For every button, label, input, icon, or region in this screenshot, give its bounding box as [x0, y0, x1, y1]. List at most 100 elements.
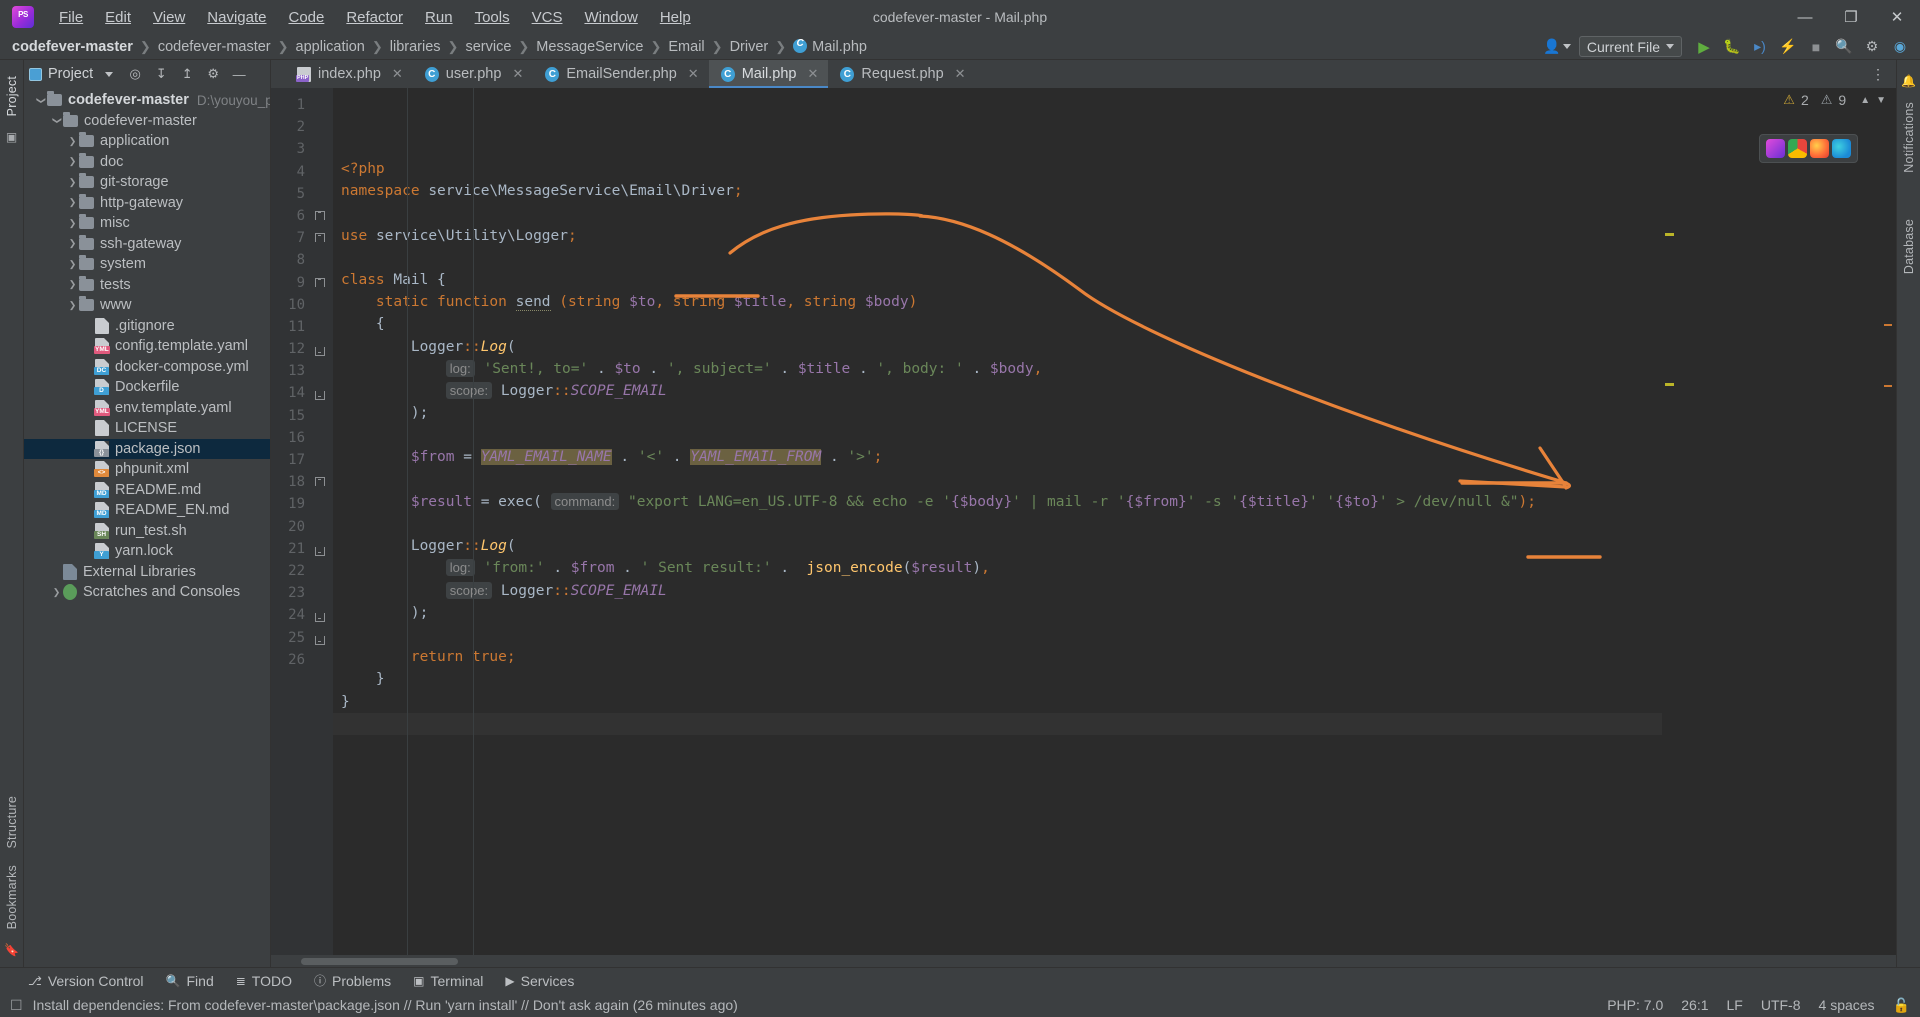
php-version[interactable]: PHP: 7.0 — [1607, 997, 1663, 1013]
debug-icon[interactable]: 🐛 — [1720, 36, 1744, 58]
rail-item-project[interactable]: Project — [5, 68, 19, 124]
tool-window-services[interactable]: ▶ Services — [505, 973, 574, 989]
code-editor[interactable]: 1 2 3 4 5 6 7 8 9 10 11 12 13 14 15 16 17 18 19 20 21 22 23 24 2… — [271, 88, 1896, 955]
menu-window[interactable]: Window — [573, 5, 648, 30]
line-number-21[interactable]: 21 — [271, 538, 333, 560]
line-number-3[interactable]: 3 — [271, 138, 333, 160]
menu-tools[interactable]: Tools — [464, 5, 521, 30]
line-number-12[interactable]: 12 — [271, 338, 333, 360]
code-line-15[interactable] — [333, 469, 1662, 491]
code-fold-toggle[interactable] — [314, 344, 325, 357]
code-line-14[interactable]: $from = YAML_EMAIL_NAME . '<' . YAML_EMA… — [333, 446, 1662, 468]
code-line-12[interactable]: ); — [333, 402, 1662, 424]
notification-bell-icon[interactable]: 🔔 — [1901, 74, 1916, 88]
code-line-23[interactable]: return true; — [333, 646, 1662, 668]
maximize-button[interactable]: ❐ — [1828, 0, 1874, 34]
breadcrumb-item-6[interactable]: Email — [668, 39, 704, 55]
line-number-4[interactable]: 4 — [271, 161, 333, 183]
chevron-right-icon[interactable] — [66, 300, 79, 311]
breadcrumb-item-7[interactable]: Driver — [730, 39, 769, 55]
chevron-right-icon[interactable] — [66, 136, 79, 147]
code-fold-toggle[interactable] — [314, 544, 325, 556]
tool-window-problems[interactable]: ⓘ Problems — [314, 972, 391, 989]
chevron-right-icon[interactable] — [66, 197, 79, 208]
menu-help[interactable]: Help — [649, 5, 702, 30]
tree-item-application[interactable]: application — [24, 131, 270, 152]
bookmark-icon[interactable]: 🔖 — [4, 943, 19, 957]
code-line-19[interactable]: log: 'from:' . $from . ' Sent result:' .… — [333, 557, 1662, 579]
profile-icon[interactable]: ⚡ — [1776, 36, 1800, 58]
breadcrumb-file[interactable]: Mail.php — [793, 38, 867, 55]
line-number-6[interactable]: 6 — [271, 205, 333, 227]
code-line-26[interactable] — [333, 712, 1662, 735]
line-number-15[interactable]: 15 — [271, 405, 333, 427]
tree-item-scratches-and-consoles[interactable]: Scratches and Consoles — [24, 582, 270, 603]
editor-tab-request-php[interactable]: Request.php ✕ — [828, 60, 975, 88]
tree-item-phpunit-xml[interactable]: <> phpunit.xml — [24, 459, 270, 480]
tree-item-codefever-master[interactable]: codefever-master D:\youyou_pm — [24, 90, 270, 111]
tree-item-config-template-yaml[interactable]: YML config.template.yaml — [24, 336, 270, 357]
chevron-right-icon[interactable] — [50, 587, 63, 598]
code-fold-toggle[interactable] — [314, 610, 325, 623]
menu-refactor[interactable]: Refactor — [335, 5, 414, 30]
status-message[interactable]: Install dependencies: From codefever-mas… — [33, 997, 738, 1013]
editor-tab-user-php[interactable]: user.php ✕ — [413, 60, 534, 88]
tree-item-env-template-yaml[interactable]: YML env.template.yaml — [24, 398, 270, 419]
error-stripe-markers[interactable] — [1662, 88, 1676, 955]
line-number-13[interactable]: 13 — [271, 360, 333, 382]
chevron-up-icon[interactable]: ▲ — [1860, 95, 1870, 106]
line-number-26[interactable]: 26 — [271, 649, 333, 671]
tree-item-codefever-master[interactable]: codefever-master — [24, 111, 270, 132]
code-fold-toggle[interactable] — [314, 633, 325, 645]
menu-file[interactable]: File — [48, 5, 94, 30]
line-number-8[interactable]: 8 — [271, 249, 333, 271]
tree-item-docker-compose-yml[interactable]: DC docker-compose.yml — [24, 357, 270, 378]
inspection-widget[interactable]: ⚠ 2 ⚠ 9 ▲ ▼ — [1783, 92, 1886, 108]
code-line-17[interactable] — [333, 513, 1662, 535]
close-button[interactable]: ✕ — [1874, 0, 1920, 34]
stop-icon[interactable]: ■ — [1804, 36, 1828, 58]
code-line-5[interactable] — [333, 247, 1662, 269]
tree-item-readme-md[interactable]: MD README.md — [24, 480, 270, 501]
gear-icon[interactable]: ⚙ — [203, 64, 223, 84]
line-number-2[interactable]: 2 — [271, 116, 333, 138]
line-number-20[interactable]: 20 — [271, 516, 333, 538]
line-number-24[interactable]: 24 — [271, 604, 333, 626]
code-line-13[interactable] — [333, 424, 1662, 446]
code-line-7[interactable]: static function send (string $to, string… — [333, 291, 1662, 313]
line-number-gutter[interactable]: 1 2 3 4 5 6 7 8 9 10 11 12 13 14 15 16 17 18 19 20 21 22 23 24 2… — [271, 88, 333, 955]
tree-item-external-libraries[interactable]: External Libraries — [24, 562, 270, 583]
tree-item-gitignore[interactable]: .gitignore — [24, 316, 270, 337]
menu-edit[interactable]: Edit — [94, 5, 142, 30]
breadcrumb-item-5[interactable]: MessageService — [536, 39, 643, 55]
editor-tab-index-php[interactable]: index.php ✕ — [285, 60, 413, 88]
firefox-icon[interactable] — [1810, 139, 1829, 158]
tree-item-tests[interactable]: tests — [24, 275, 270, 296]
code-line-11[interactable]: scope: Logger::SCOPE_EMAIL — [333, 380, 1662, 402]
rail-item-notifications[interactable]: Notifications — [1902, 94, 1916, 181]
tree-item-package-json[interactable]: {} package.json — [24, 438, 270, 459]
browser-preview-popup[interactable] — [1759, 134, 1858, 163]
rail-item-structure[interactable]: Structure — [5, 788, 19, 857]
source-code[interactable]: <?php namespace service\MessageService\Em… — [333, 88, 1662, 955]
chevron-right-icon[interactable] — [66, 177, 79, 188]
line-number-23[interactable]: 23 — [271, 582, 333, 604]
line-number-14[interactable]: 14 — [271, 382, 333, 404]
line-number-11[interactable]: 11 — [271, 316, 333, 338]
code-line-25[interactable]: } — [333, 691, 1662, 713]
code-line-24[interactable]: } — [333, 668, 1662, 690]
line-number-19[interactable]: 19 — [271, 493, 333, 515]
phpstorm-icon[interactable] — [1766, 139, 1785, 158]
code-line-8[interactable]: { — [333, 313, 1662, 335]
minimize-button[interactable]: — — [1782, 0, 1828, 34]
horizontal-scrollbar[interactable] — [271, 955, 1896, 967]
run-coverage-icon[interactable]: ▸) — [1748, 36, 1772, 58]
breadcrumb-item-2[interactable]: application — [296, 39, 365, 55]
tab-close-icon[interactable]: ✕ — [955, 66, 966, 82]
gear-icon[interactable]: ⚙ — [1860, 36, 1884, 58]
editor-tab-emailsender-php[interactable]: EmailSender.php ✕ — [533, 60, 708, 88]
code-fold-toggle[interactable] — [314, 388, 325, 401]
code-line-10[interactable]: log: 'Sent!, to=' . $to . ', subject=' .… — [333, 358, 1662, 380]
tab-close-icon[interactable]: ✕ — [392, 66, 403, 82]
tree-item-readme-en-md[interactable]: MD README_EN.md — [24, 500, 270, 521]
